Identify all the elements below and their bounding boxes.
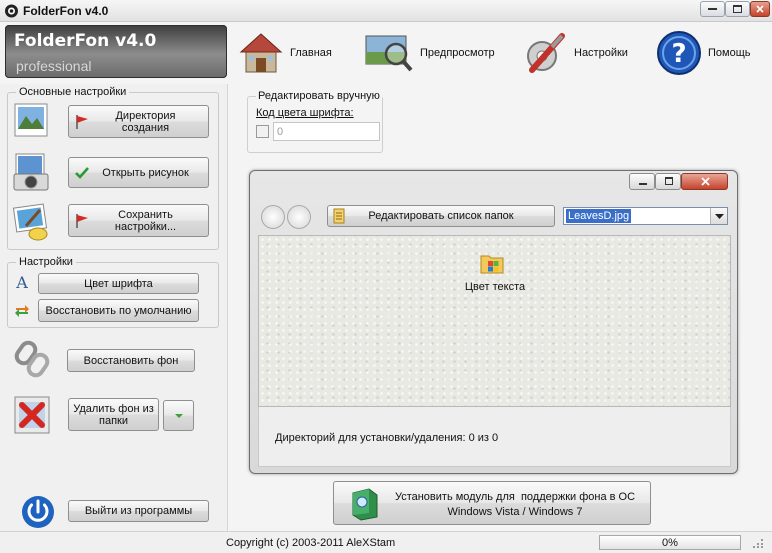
restore-default-button[interactable]: Восстановить по умолчанию (38, 299, 199, 322)
preview-magnifier-icon (365, 35, 413, 72)
chevron-down-icon (715, 214, 724, 219)
basic-settings-title: Основные настройки (16, 86, 130, 98)
color-code-checkbox[interactable] (256, 125, 269, 138)
progress-text: 0% (662, 537, 678, 549)
green-check-icon (75, 166, 89, 179)
minimize-icon (639, 183, 647, 185)
copyright-text: Copyright (c) 2003-2011 AleXStam (226, 537, 396, 549)
exit-button[interactable]: Выйти из программы (68, 500, 209, 522)
save-settings-label: Сохранить настройки... (114, 208, 177, 233)
status-bar: Copyright (c) 2003-2011 AleXStam 0% (0, 531, 772, 553)
select-arrow[interactable] (710, 208, 727, 224)
restore-background-button[interactable]: Восстановить фон (67, 349, 195, 372)
install-box-icon (352, 488, 378, 521)
delete-options-dropdown-button[interactable] (163, 400, 194, 431)
maximize-button[interactable] (725, 1, 750, 17)
restore-background-label: Восстановить фон (83, 354, 179, 367)
nav-preview-label: Предпросмотр (420, 47, 495, 59)
resize-grip-icon[interactable] (750, 537, 764, 549)
restore-arrows-icon (15, 305, 29, 317)
chain-link-icon (14, 340, 50, 378)
open-picture-button[interactable]: Открыть рисунок (68, 157, 209, 188)
camera-photo-icon (13, 153, 49, 191)
title-bar: FolderFon v4.0 (0, 0, 772, 22)
manual-edit-group: Редактировать вручную Код цвета шрифта: … (247, 90, 383, 153)
preview-close-button[interactable] (681, 173, 728, 190)
home-icon (239, 33, 283, 73)
settings-tools-icon (527, 33, 565, 73)
maximize-icon (665, 177, 673, 185)
help-icon: ? (657, 31, 701, 75)
install-line-1: Установить модуль для поддержки фона в О… (394, 491, 636, 503)
install-line-2: Windows Vista / Windows 7 (447, 506, 583, 518)
font-color-button[interactable]: Цвет шрифта (38, 273, 199, 294)
color-code-label: Код цвета шрифта: (256, 107, 354, 119)
forward-button[interactable] (287, 205, 311, 229)
app-icon (5, 4, 18, 18)
nav-settings-button[interactable]: Настройки (522, 28, 628, 78)
landscape-photo-icon (14, 103, 48, 137)
svg-text:A: A (15, 274, 28, 290)
restore-default-label: Восстановить по умолчанию (45, 304, 192, 317)
minimize-icon (708, 8, 717, 10)
window-title: FolderFon v4.0 (23, 4, 109, 18)
logo-title: FolderFon v4.0 (14, 31, 157, 51)
preview-status-area: Директорий для установки/удаления: 0 из … (258, 407, 731, 467)
manual-edit-title: Редактировать вручную (256, 90, 382, 102)
back-button[interactable] (261, 205, 285, 229)
install-module-button[interactable]: Установить модуль для поддержки фона в О… (333, 481, 651, 525)
nav-home-label: Главная (290, 47, 332, 59)
settings-title: Настройки (16, 256, 76, 268)
nav-preview-button[interactable]: Предпросмотр (364, 28, 495, 78)
red-flag-icon (76, 213, 88, 228)
red-flag-icon (76, 114, 88, 129)
font-letter-icon: A (15, 274, 28, 290)
nav-help-label: Помощь (708, 47, 751, 59)
progress-bar: 0% (599, 535, 741, 550)
preview-maximize-button[interactable] (655, 173, 681, 190)
edit-folder-list-button[interactable]: Редактировать список папок (327, 205, 555, 227)
delete-picture-icon (14, 396, 50, 434)
header-toolbar: FolderFon v4.0 professional Главная Пред… (0, 22, 772, 84)
paint-picture-icon (12, 203, 48, 241)
nav-help-button[interactable]: ? Помощь (656, 28, 751, 78)
font-color-label: Цвет шрифта (84, 277, 153, 290)
edit-folder-list-label: Редактировать список папок (368, 210, 514, 222)
close-icon (701, 177, 710, 186)
save-settings-button[interactable]: Сохранить настройки... (68, 204, 209, 237)
nav-settings-label: Настройки (574, 47, 628, 59)
install-module-text: Установить модуль для поддержки фона в О… (380, 490, 650, 520)
directories-count-text: Директорий для установки/удаления: 0 из … (275, 432, 499, 444)
delete-background-label: Удалить фон из папки (73, 402, 154, 427)
exit-label: Выйти из программы (84, 505, 193, 517)
minimize-button[interactable] (700, 1, 725, 17)
preview-window: Редактировать список папок LeavesD.jpg Ц… (249, 170, 738, 474)
background-file-select[interactable]: LeavesD.jpg (563, 207, 728, 225)
maximize-icon (733, 5, 742, 13)
preview-minimize-button[interactable] (629, 173, 655, 190)
folder-item-label: Цвет текста (464, 281, 526, 293)
creation-directory-label: Директория создания (115, 109, 176, 134)
nav-home-button[interactable]: Главная (238, 28, 332, 78)
svg-text:?: ? (671, 39, 686, 69)
delete-background-button[interactable]: Удалить фон из папки (68, 398, 159, 431)
close-button[interactable] (750, 1, 770, 17)
windows-folder-icon[interactable] (479, 250, 505, 276)
folder-preview-canvas: Цвет текста (258, 235, 731, 407)
color-code-input[interactable]: 0 (273, 122, 380, 141)
left-panel: Основные настройки Директория создания О… (0, 84, 228, 531)
selected-file-value: LeavesD.jpg (566, 209, 632, 223)
folder-list-icon (333, 208, 345, 224)
close-icon (756, 5, 764, 13)
open-picture-label: Открыть рисунок (102, 166, 189, 179)
chevron-down-icon (174, 413, 183, 418)
creation-directory-button[interactable]: Директория создания (68, 105, 209, 138)
app-logo: FolderFon v4.0 professional (5, 25, 227, 78)
power-icon (22, 496, 54, 528)
logo-subtitle: professional (16, 58, 92, 74)
